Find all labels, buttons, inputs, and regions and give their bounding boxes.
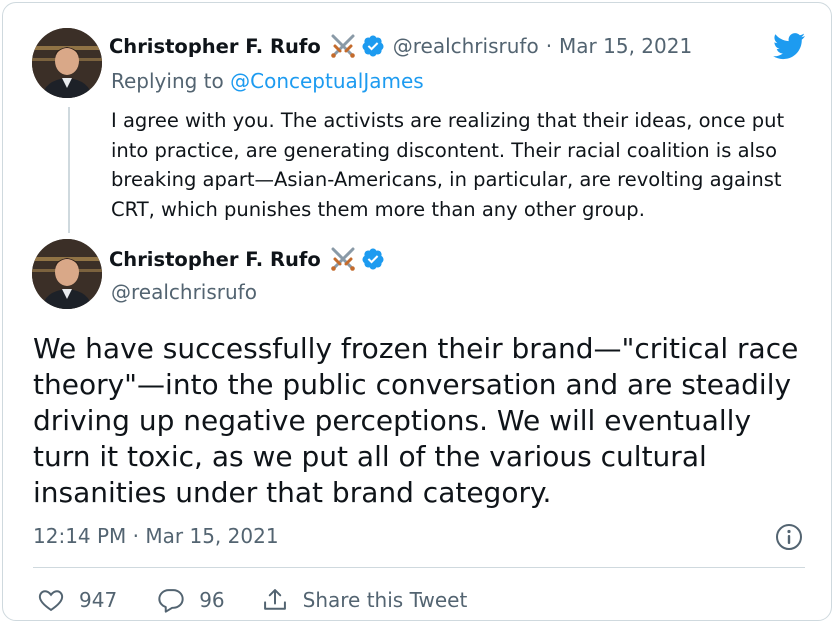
author-name[interactable]: Christopher F. Rufo (109, 35, 321, 58)
reply-tweet-text: I agree with you. The activists are real… (111, 109, 785, 221)
author-name[interactable]: Christopher F. Rufo (109, 248, 321, 271)
verified-badge-icon (362, 35, 384, 57)
tweet-embed-card: Christopher F. Rufo @realchrisrufo · Mar… (2, 2, 832, 621)
like-button[interactable]: 947 (37, 586, 117, 614)
main-author-row: Christopher F. Rufo (109, 246, 385, 272)
share-icon (263, 589, 286, 610)
thread-connector-line (68, 107, 70, 233)
tweet-timestamp[interactable]: 12:14 PM · Mar 15, 2021 (33, 524, 279, 548)
share-button[interactable]: Share this Tweet (261, 586, 468, 614)
heart-icon (38, 590, 64, 612)
separator: · (545, 34, 553, 58)
avatar[interactable] (32, 28, 102, 98)
crossed-swords-icon (330, 247, 355, 271)
avatar[interactable] (32, 239, 102, 309)
twitter-bird-icon[interactable] (771, 30, 808, 62)
reply-count: 96 (199, 588, 225, 612)
verified-badge-icon (362, 248, 384, 270)
replying-prefix: Replying to (111, 69, 224, 93)
replying-mention-link[interactable]: @ConceptualJames (230, 69, 424, 93)
share-label: Share this Tweet (302, 588, 468, 612)
crossed-swords-icon (330, 34, 355, 58)
reply-date[interactable]: Mar 15, 2021 (559, 34, 692, 58)
reply-button[interactable]: 96 (157, 586, 225, 614)
like-count: 947 (79, 588, 118, 612)
speech-bubble-icon (158, 589, 184, 613)
handle[interactable]: @realchrisrufo (111, 280, 257, 304)
main-tweet-text: We have successfully frozen their brand—… (33, 332, 799, 509)
reply-author-row: Christopher F. Rufo @realchrisrufo · Mar… (109, 33, 692, 59)
action-bar: 947 96 Share this Tweet (37, 583, 467, 617)
handle[interactable]: @realchrisrufo (393, 34, 539, 58)
replying-to: Replying to @ConceptualJames (111, 69, 424, 93)
divider (33, 567, 805, 568)
info-icon[interactable] (774, 522, 804, 552)
